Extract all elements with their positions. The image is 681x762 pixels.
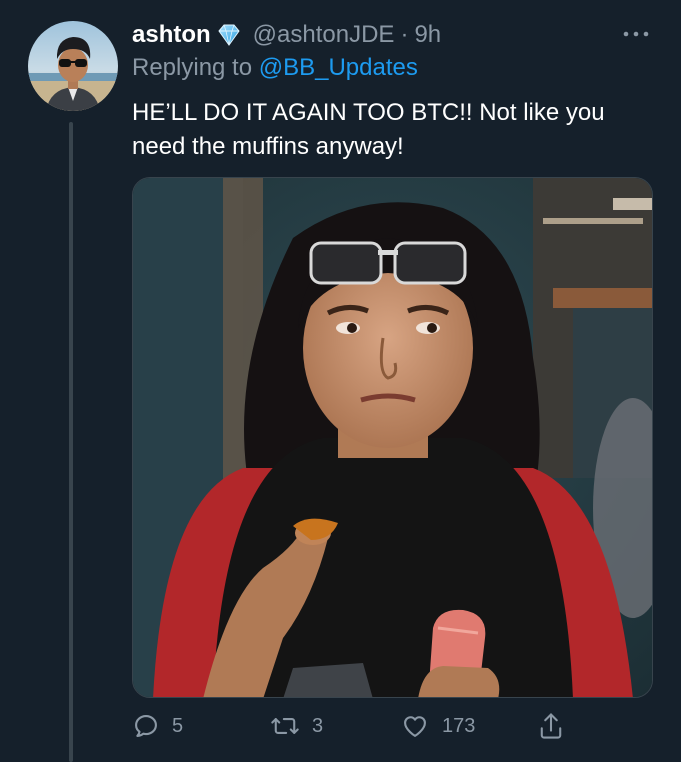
like-button[interactable]: 173 bbox=[400, 708, 475, 744]
replying-to-mention[interactable]: @BB_Updates bbox=[259, 54, 418, 81]
replying-to: Replying to @BB_Updates bbox=[132, 54, 418, 82]
tweet-text: HE’LL DO IT AGAIN TOO BTC!! Not like you… bbox=[132, 99, 605, 160]
tweet-timestamp[interactable]: 9h bbox=[414, 21, 441, 49]
photo-of-woman-eating bbox=[133, 178, 652, 697]
avatar-image bbox=[28, 21, 118, 111]
tweet-header: ashton @ashtonJDE · 9h bbox=[132, 19, 441, 51]
tweet: ashton @ashtonJDE · 9h Replying to @BB_U… bbox=[0, 0, 681, 762]
tweet-action-bar: 5 3 173 bbox=[132, 708, 672, 744]
like-count: 173 bbox=[442, 714, 476, 737]
verified-badge-icon bbox=[215, 21, 243, 49]
user-handle[interactable]: @ashtonJDE bbox=[253, 21, 395, 49]
retweet-button[interactable]: 3 bbox=[270, 708, 323, 744]
reply-button[interactable]: 5 bbox=[132, 708, 183, 744]
heart-icon bbox=[404, 716, 426, 737]
retweet-count: 3 bbox=[312, 714, 324, 737]
reply-count: 5 bbox=[172, 714, 184, 737]
share-button[interactable] bbox=[537, 708, 565, 744]
more-options-icon[interactable] bbox=[620, 22, 652, 46]
replying-to-label: Replying to bbox=[132, 54, 253, 81]
thread-line bbox=[69, 122, 73, 762]
share-icon bbox=[540, 713, 562, 739]
separator-dot: · bbox=[400, 21, 409, 48]
tweet-media-image[interactable] bbox=[132, 177, 653, 698]
display-name[interactable]: ashton bbox=[132, 21, 211, 49]
profile-avatar[interactable] bbox=[28, 21, 118, 111]
reply-icon bbox=[135, 715, 157, 737]
retweet-icon bbox=[271, 718, 299, 734]
